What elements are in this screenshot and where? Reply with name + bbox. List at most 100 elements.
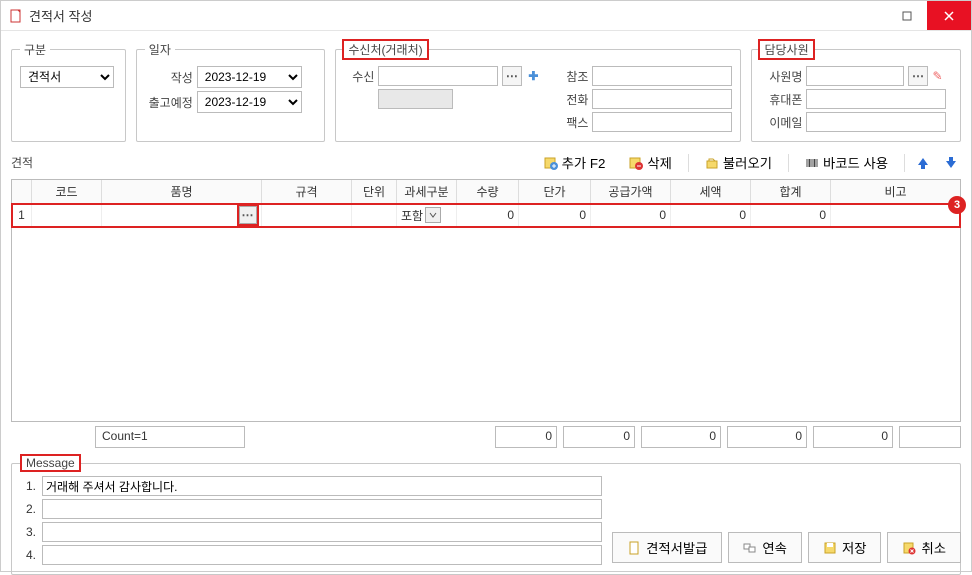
date-fieldset: 일자 작성 2023-12-19 출고예정 2023-12-19 (136, 41, 326, 142)
type-select[interactable]: 견적서 (20, 66, 114, 88)
message-2[interactable] (42, 499, 602, 519)
col-tax[interactable]: 과세구분 (397, 180, 457, 203)
window-buttons (887, 1, 971, 30)
move-down-button[interactable] (941, 153, 961, 173)
add-recipient-icon[interactable]: ✚ (528, 69, 538, 83)
grid-header: 코드 품명 규격 단위 과세구분 수량 단가 공급가액 세액 합계 비고 (12, 180, 960, 204)
save-button[interactable]: 저장 (808, 532, 882, 563)
to-input[interactable] (378, 66, 498, 86)
cell-qty[interactable]: 0 (457, 204, 519, 226)
col-qty[interactable]: 수량 (457, 180, 519, 203)
lookup-button[interactable]: ⋯ (502, 66, 522, 86)
callout-badge: 3 (948, 196, 966, 214)
continuous-icon (743, 541, 757, 555)
save-icon (823, 541, 837, 555)
type-legend: 구분 (20, 41, 50, 58)
cell-taxamt[interactable]: 0 (671, 204, 751, 226)
ship-label: 출고예정 (145, 94, 193, 111)
created-date[interactable]: 2023-12-19 (197, 66, 302, 88)
type-fieldset: 구분 견적서 (11, 41, 126, 142)
issue-button[interactable]: 견적서발급 (612, 532, 722, 563)
cell-tax[interactable]: 포함 (397, 204, 457, 226)
col-spec[interactable]: 규격 (262, 180, 352, 203)
ref-label: 참조 (558, 68, 588, 85)
mobile-input[interactable] (806, 89, 946, 109)
col-price[interactable]: 단가 (519, 180, 591, 203)
cell-total[interactable]: 0 (751, 204, 831, 226)
grid-label: 견적 (11, 154, 33, 171)
dots-icon: ⋯ (912, 70, 925, 82)
recipient-fieldset: 수신처(거래처) 수신 ⋯ ✚ 참조 전화 (335, 41, 741, 142)
load-button[interactable]: 불러오기 (697, 150, 780, 175)
cell-note[interactable] (831, 204, 960, 226)
totals-row: Count=1 0 0 0 0 0 (1, 422, 971, 456)
continuous-button[interactable]: 연속 (728, 532, 802, 563)
window: 견적서 작성 구분 견적서 일자 작성 2023-12-19 출고예정 (0, 0, 972, 572)
barcode-button[interactable]: 바코드 사용 (797, 150, 896, 175)
col-supply[interactable]: 공급가액 (591, 180, 671, 203)
titlebar: 견적서 작성 (1, 1, 971, 31)
grid-row[interactable]: 1 ⋯ 포함 0 0 0 0 0 3 (12, 204, 960, 227)
item-lookup-button[interactable]: ⋯ (239, 206, 257, 224)
col-name[interactable]: 품명 (102, 180, 262, 203)
cell-spec[interactable] (262, 204, 352, 226)
tel-input[interactable] (592, 89, 732, 109)
recipient-legend: 수신처(거래처) (344, 41, 426, 58)
fax-label: 팩스 (558, 114, 588, 131)
fax-input[interactable] (592, 112, 732, 132)
top-panel: 구분 견적서 일자 작성 2023-12-19 출고예정 2023-12-19 … (1, 31, 971, 148)
employee-legend: 담당사원 (760, 41, 812, 58)
eraser-icon[interactable]: ✎ (932, 69, 942, 83)
document-icon (9, 9, 23, 23)
ship-date[interactable]: 2023-12-19 (197, 91, 302, 113)
total-supply: 0 (641, 426, 721, 448)
tax-dropdown-button[interactable] (425, 207, 441, 223)
message-1[interactable] (42, 476, 602, 496)
cell-unit[interactable] (352, 204, 397, 226)
cancel-button[interactable]: 취소 (887, 532, 961, 563)
grid-toolbar: 견적 추가 F2 삭제 불러오기 바코드 사용 (1, 148, 971, 179)
delete-icon (629, 156, 643, 170)
ref-input[interactable] (592, 66, 732, 86)
cell-name[interactable]: ⋯ (102, 204, 262, 226)
col-taxamt[interactable]: 세액 (671, 180, 751, 203)
total-taxamt: 0 (727, 426, 807, 448)
close-button[interactable] (927, 1, 971, 30)
total-price: 0 (563, 426, 635, 448)
message-legend: Message (22, 456, 79, 470)
col-code[interactable]: 코드 (32, 180, 102, 203)
cell-code[interactable] (32, 204, 102, 226)
grid: 코드 품명 규격 단위 과세구분 수량 단가 공급가액 세액 합계 비고 1 ⋯… (11, 179, 961, 227)
add-icon (544, 156, 558, 170)
cell-price[interactable]: 0 (519, 204, 591, 226)
message-4[interactable] (42, 545, 602, 565)
email-label: 이메일 (760, 114, 802, 131)
to-label: 수신 (344, 68, 374, 85)
document-icon (627, 541, 641, 555)
dots-icon: ⋯ (506, 70, 519, 82)
col-unit[interactable]: 단위 (352, 180, 397, 203)
dots-icon: ⋯ (242, 209, 255, 221)
empname-input[interactable] (806, 66, 904, 86)
tel-label: 전화 (558, 91, 588, 108)
add-button[interactable]: 추가 F2 (536, 150, 614, 175)
total-note (899, 426, 961, 448)
total-qty: 0 (495, 426, 557, 448)
col-total[interactable]: 합계 (751, 180, 831, 203)
email-input[interactable] (806, 112, 946, 132)
grid-empty-area (11, 227, 961, 422)
footer-buttons: 견적서발급 연속 저장 취소 (612, 532, 961, 563)
total-total: 0 (813, 426, 893, 448)
emp-lookup-button[interactable]: ⋯ (908, 66, 928, 86)
col-note[interactable]: 비고 (831, 180, 960, 203)
count-box: Count=1 (95, 426, 245, 448)
delete-button[interactable]: 삭제 (621, 150, 680, 175)
date-legend: 일자 (145, 41, 175, 58)
window-title: 견적서 작성 (29, 6, 887, 25)
cell-supply[interactable]: 0 (591, 204, 671, 226)
maximize-button[interactable] (887, 1, 927, 30)
empname-label: 사원명 (760, 68, 802, 85)
message-3[interactable] (42, 522, 602, 542)
move-up-button[interactable] (913, 153, 933, 173)
recipient-disabled-box (378, 89, 453, 109)
